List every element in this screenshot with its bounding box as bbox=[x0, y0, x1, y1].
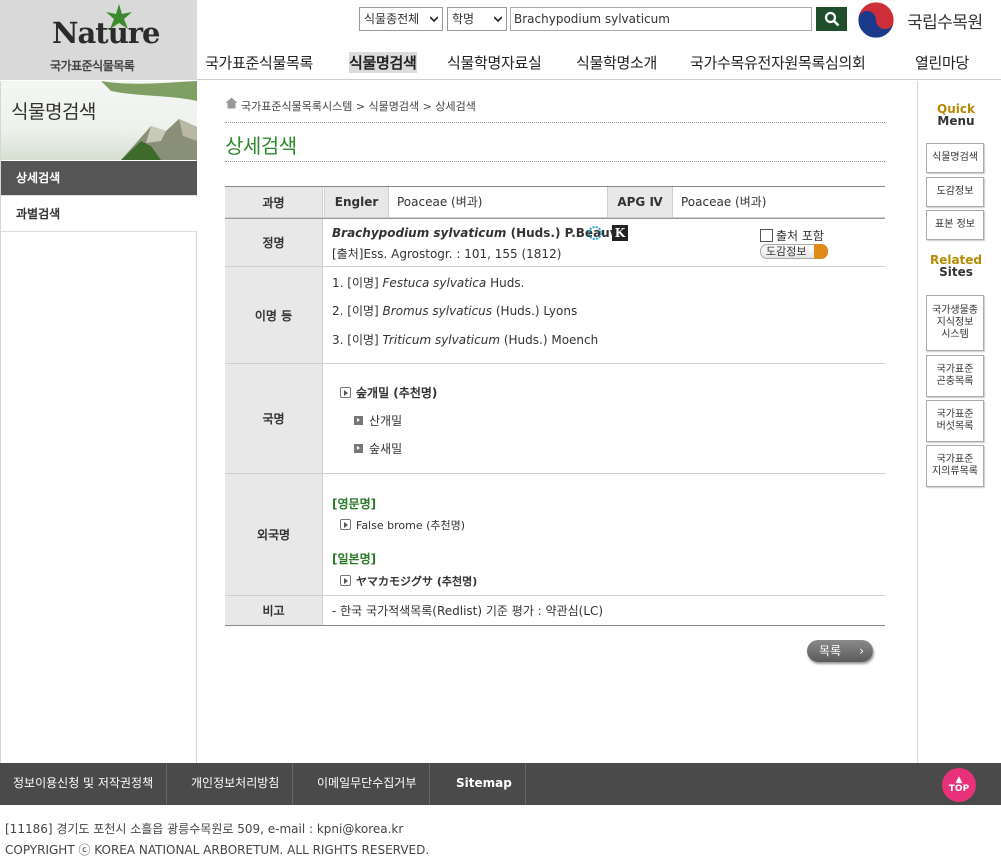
apg-label: APG Ⅳ bbox=[607, 187, 673, 217]
chevron-down-icon bbox=[430, 16, 438, 23]
square-bullet-icon bbox=[354, 444, 363, 453]
search-icon bbox=[824, 11, 840, 27]
table-row-remark: 비고 - 한국 국가적색목록(Redlist) 기준 평가 : 약관심(LC) bbox=[225, 596, 885, 626]
book-info-button[interactable]: 도감정보 bbox=[760, 244, 828, 259]
quick-item-book-info[interactable]: 도감정보 bbox=[926, 177, 984, 207]
table-row-synonyms: 이명 등 1. [이명] Festuca sylvatica Huds. 2. … bbox=[225, 267, 885, 364]
accepted-author: (Huds.) P.Beauv. bbox=[510, 226, 622, 240]
related-sites-title: Related Sites bbox=[929, 253, 983, 279]
search-button[interactable] bbox=[816, 7, 847, 31]
arrow-box-icon bbox=[340, 575, 351, 586]
synonym-item: 3. [이명] Triticum sylvaticum (Huds.) Moen… bbox=[332, 333, 599, 347]
scope-select-value: 식물종전체 bbox=[364, 12, 420, 26]
engler-label: Engler bbox=[324, 187, 389, 217]
synonym-item: 2. [이명] Bromus sylvaticus (Huds.) Lyons bbox=[332, 304, 578, 318]
footer-bar: 정보이용신청 및 저작권정책 개인정보처리방침 이메일무단수집거부 Sitema… bbox=[0, 763, 1001, 805]
home-icon[interactable] bbox=[225, 97, 238, 109]
quick-item-name-search[interactable]: 식물명검색 bbox=[926, 143, 984, 173]
korean-other: 숲새밀 bbox=[354, 440, 402, 457]
accepted-source: [출처]Ess. Agrostogr. : 101, 155 (1812) bbox=[332, 247, 562, 261]
table-row-family: 과명 Engler Poaceae (벼과) APG Ⅳ Poaceae (벼과… bbox=[225, 187, 885, 218]
quick-menu: Quick Menu 식물명검색 도감정보 표본 정보 Related Site… bbox=[917, 81, 1001, 763]
breadcrumb-text: 국가표준식물목록시스템 > 식물명검색 > 상세검색 bbox=[241, 100, 476, 113]
footer-copyright: COPYRIGHT ⓒ KOREA NATIONAL ARBORETUM. AL… bbox=[5, 843, 430, 857]
field-select[interactable]: 학명 bbox=[447, 7, 507, 31]
quick-item-specimen-info[interactable]: 표본 정보 bbox=[926, 210, 984, 240]
org-name: 국립수목원 bbox=[907, 13, 983, 33]
quick-menu-title: Quick Menu bbox=[937, 102, 975, 128]
footer-link-copyright[interactable]: 정보이용신청 및 저작권정책 bbox=[0, 763, 168, 805]
nav-item-name-search[interactable]: 식물명검색 bbox=[349, 52, 417, 73]
scroll-top-button[interactable]: ▲ TOP bbox=[942, 768, 976, 802]
sidebar-item-family-search[interactable]: 과별검색 bbox=[1, 197, 197, 232]
foreign-label: 외국명 bbox=[225, 474, 323, 595]
table-row-korean-names: 국명 숲개밀 (추천명) 산개밀 숲새밀 bbox=[225, 364, 885, 474]
apg-value: Poaceae (벼과) bbox=[681, 195, 767, 209]
remark-text: - 한국 국가적색목록(Redlist) 기준 평가 : 약관심(LC) bbox=[332, 604, 604, 618]
nav-item-standard-list[interactable]: 국가표준식물목록 bbox=[205, 52, 313, 73]
korean-other: 산개밀 bbox=[354, 412, 402, 429]
footer-address: [11186] 경기도 포천시 소흘읍 광릉수목원로 509, e-mail :… bbox=[5, 822, 404, 836]
include-source-checkbox[interactable] bbox=[760, 229, 773, 242]
taegeuk-emblem-icon bbox=[857, 1, 895, 39]
table-row-accepted-name: 정명 Brachypodium sylvaticum (Huds.) P.Bea… bbox=[225, 218, 885, 267]
japanese-header: [일본명] bbox=[332, 552, 377, 566]
nav-item-archive[interactable]: 식물학명자료실 bbox=[447, 52, 542, 73]
k-badge[interactable]: K bbox=[612, 225, 628, 241]
left-sidebar: 식물명검색 상세검색 과별검색 bbox=[0, 81, 197, 763]
synonym-item: 1. [이명] Festuca sylvatica Huds. bbox=[332, 276, 525, 290]
engler-value: Poaceae (벼과) bbox=[397, 195, 483, 209]
chevron-down-icon bbox=[494, 16, 502, 23]
search-input[interactable]: Brachypodium sylvaticum bbox=[510, 7, 812, 31]
site-logo[interactable]: Nature 국가표준식물목록 bbox=[0, 0, 197, 80]
accepted-binomial: Brachypodium sylvaticum bbox=[332, 226, 507, 240]
sun-icon[interactable] bbox=[587, 225, 603, 241]
page-title: 상세검색 bbox=[225, 130, 885, 162]
arrow-box-icon bbox=[340, 519, 351, 530]
nav-item-intro[interactable]: 식물학명소개 bbox=[576, 52, 657, 73]
header: Nature 국가표준식물목록 식물종전체 학명 Brachypodium sy… bbox=[0, 0, 1001, 80]
logo-subtitle: 국가표준식물목록 bbox=[50, 59, 135, 73]
japanese-name: ヤマカモジグサ (추천명) bbox=[340, 573, 477, 589]
family-label: 과명 bbox=[225, 187, 323, 217]
chevron-right-icon: › bbox=[859, 644, 864, 658]
footer-link-sitemap[interactable]: Sitemap bbox=[443, 763, 526, 805]
leaf-icon bbox=[106, 4, 132, 29]
remark-label: 비고 bbox=[225, 596, 323, 625]
related-site-species[interactable]: 국가생물종 지식정보 시스템 bbox=[926, 295, 984, 351]
related-site-lichens[interactable]: 국가표준 지의류목록 bbox=[926, 445, 984, 487]
footer-link-email[interactable]: 이메일무단수집거부 bbox=[304, 763, 431, 805]
english-name: False brome (추천명) bbox=[340, 517, 465, 533]
sidebar-banner: 식물명검색 bbox=[1, 81, 197, 160]
footer-link-privacy[interactable]: 개인정보처리방침 bbox=[178, 763, 294, 805]
synonyms-label: 이명 등 bbox=[225, 267, 323, 363]
related-site-mushrooms[interactable]: 국가표준 버섯목록 bbox=[926, 400, 984, 442]
arrow-right-icon bbox=[814, 244, 828, 259]
related-site-insects[interactable]: 국가표준 곤충목록 bbox=[926, 355, 984, 397]
list-button-label: 목록 bbox=[819, 644, 842, 658]
arrow-box-icon bbox=[340, 387, 351, 398]
include-source-label: 출처 포함 bbox=[776, 229, 824, 243]
list-button[interactable]: 목록 › bbox=[807, 640, 873, 662]
korean-label: 국명 bbox=[225, 364, 323, 473]
sidebar-item-detail-search[interactable]: 상세검색 bbox=[1, 161, 197, 196]
nav-item-community[interactable]: 열린마당 bbox=[915, 52, 969, 73]
table-row-foreign-names: 외국명 [영문명] False brome (추천명) [일본명] ヤマカモジグ… bbox=[225, 474, 885, 596]
detail-table: 과명 Engler Poaceae (벼과) APG Ⅳ Poaceae (벼과… bbox=[225, 186, 885, 626]
book-info-label: 도감정보 bbox=[766, 245, 807, 258]
scope-select[interactable]: 식물종전체 bbox=[359, 7, 443, 31]
korean-recommended: 숲개밀 (추천명) bbox=[340, 384, 437, 401]
accepted-name: Brachypodium sylvaticum (Huds.) P.Beauv. bbox=[332, 226, 621, 240]
nav-item-committee[interactable]: 국가수목유전자원목록심의회 bbox=[690, 52, 866, 73]
top-label: TOP bbox=[948, 784, 970, 794]
field-select-value: 학명 bbox=[452, 12, 475, 26]
square-bullet-icon bbox=[354, 416, 363, 425]
breadcrumb: 국가표준식물목록시스템 > 식물명검색 > 상세검색 bbox=[225, 97, 885, 123]
english-header: [영문명] bbox=[332, 497, 377, 511]
include-source-checkbox-wrap[interactable]: 출처 포함 bbox=[760, 227, 824, 244]
accepted-label: 정명 bbox=[225, 219, 323, 266]
sidebar-title: 식물명검색 bbox=[11, 101, 96, 123]
